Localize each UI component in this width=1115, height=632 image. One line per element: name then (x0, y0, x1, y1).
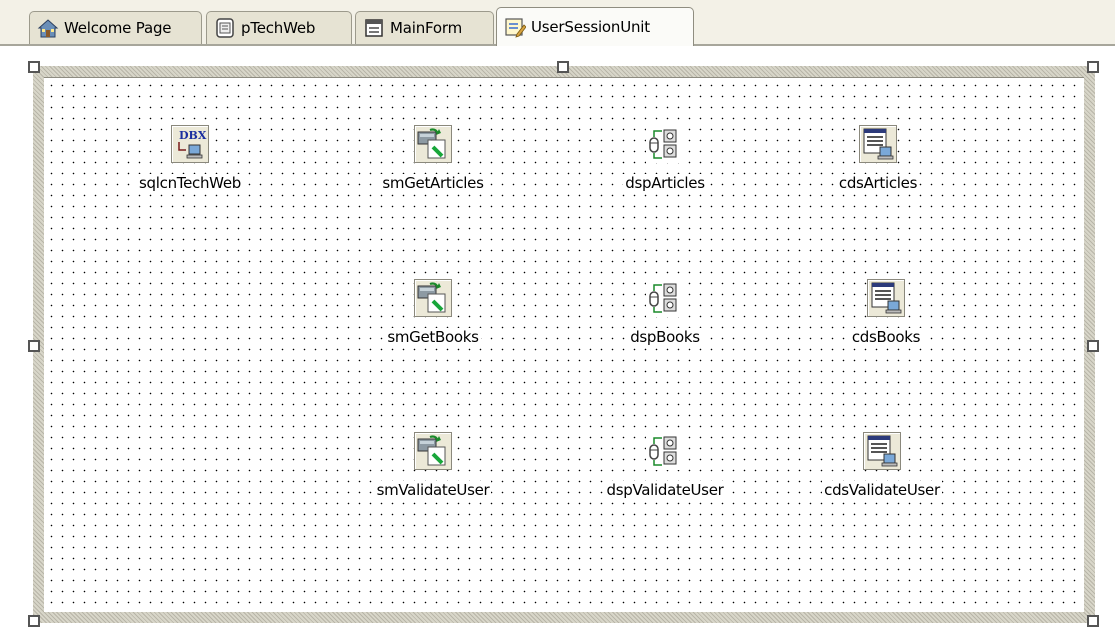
tab-label: MainForm (390, 19, 462, 37)
tab-label: Welcome Page (64, 19, 172, 37)
tab-usersessionunit[interactable]: UserSessionUnit (496, 7, 694, 46)
dataset-provider-icon (646, 125, 684, 163)
component-label: dspValidateUser (604, 481, 726, 499)
tab-mainform[interactable]: MainForm (355, 11, 494, 44)
tab-label: UserSessionUnit (531, 18, 650, 36)
home-icon (37, 17, 59, 39)
component-label: smGetArticles (380, 174, 486, 192)
component-smgetarticles[interactable]: smGetArticles (348, 125, 518, 192)
component-smgetbooks[interactable]: smGetBooks (348, 279, 518, 346)
sql-server-method-icon (414, 432, 452, 470)
resize-handle-right[interactable] (1087, 340, 1099, 352)
client-dataset-icon (859, 125, 897, 163)
client-dataset-icon (867, 279, 905, 317)
component-cdsarticles[interactable]: cdsArticles (793, 125, 963, 192)
resize-handle-top[interactable] (557, 61, 569, 73)
resize-handle-bottom-left[interactable] (28, 615, 40, 627)
component-sqlcntechweb[interactable]: DBX sqlcnTechWeb (105, 125, 275, 192)
form-icon (363, 17, 385, 39)
dbx-connection-icon: DBX (171, 125, 209, 163)
tab-ptechweb[interactable]: pTechWeb (206, 11, 352, 44)
component-label: cdsBooks (849, 328, 923, 346)
component-label: smGetBooks (385, 328, 481, 346)
component-cdsvalidateuser[interactable]: cdsValidateUser (797, 432, 967, 499)
component-cdsbooks[interactable]: cdsBooks (801, 279, 971, 346)
client-dataset-icon (863, 432, 901, 470)
dbx-text: DBX (179, 129, 207, 142)
tab-label: pTechWeb (241, 19, 316, 37)
sql-server-method-icon (414, 279, 452, 317)
resize-handle-top-right[interactable] (1087, 61, 1099, 73)
component-smvalidateuser[interactable]: smValidateUser (348, 432, 518, 499)
tab-welcome-page[interactable]: Welcome Page (29, 11, 202, 44)
project-icon (214, 17, 236, 39)
datamodule-icon (504, 16, 527, 38)
component-label: smValidateUser (374, 481, 492, 499)
component-dsparticles[interactable]: dspArticles (580, 125, 750, 192)
component-label: cdsValidateUser (822, 481, 942, 499)
dataset-provider-icon (646, 279, 684, 317)
dataset-provider-icon (646, 432, 684, 470)
editor-tab-strip: Welcome Page pTechWeb MainForm UserSessi… (0, 0, 1115, 46)
sql-server-method-icon (414, 125, 452, 163)
component-dspbooks[interactable]: dspBooks (580, 279, 750, 346)
component-label: sqlcnTechWeb (137, 174, 243, 192)
resize-handle-top-left[interactable] (28, 61, 40, 73)
component-label: cdsArticles (836, 174, 920, 192)
component-label: dspArticles (623, 174, 707, 192)
component-dspvalidateuser[interactable]: dspValidateUser (580, 432, 750, 499)
resize-handle-left[interactable] (28, 340, 40, 352)
resize-handle-bottom-right[interactable] (1087, 615, 1099, 627)
component-label: dspBooks (628, 328, 702, 346)
